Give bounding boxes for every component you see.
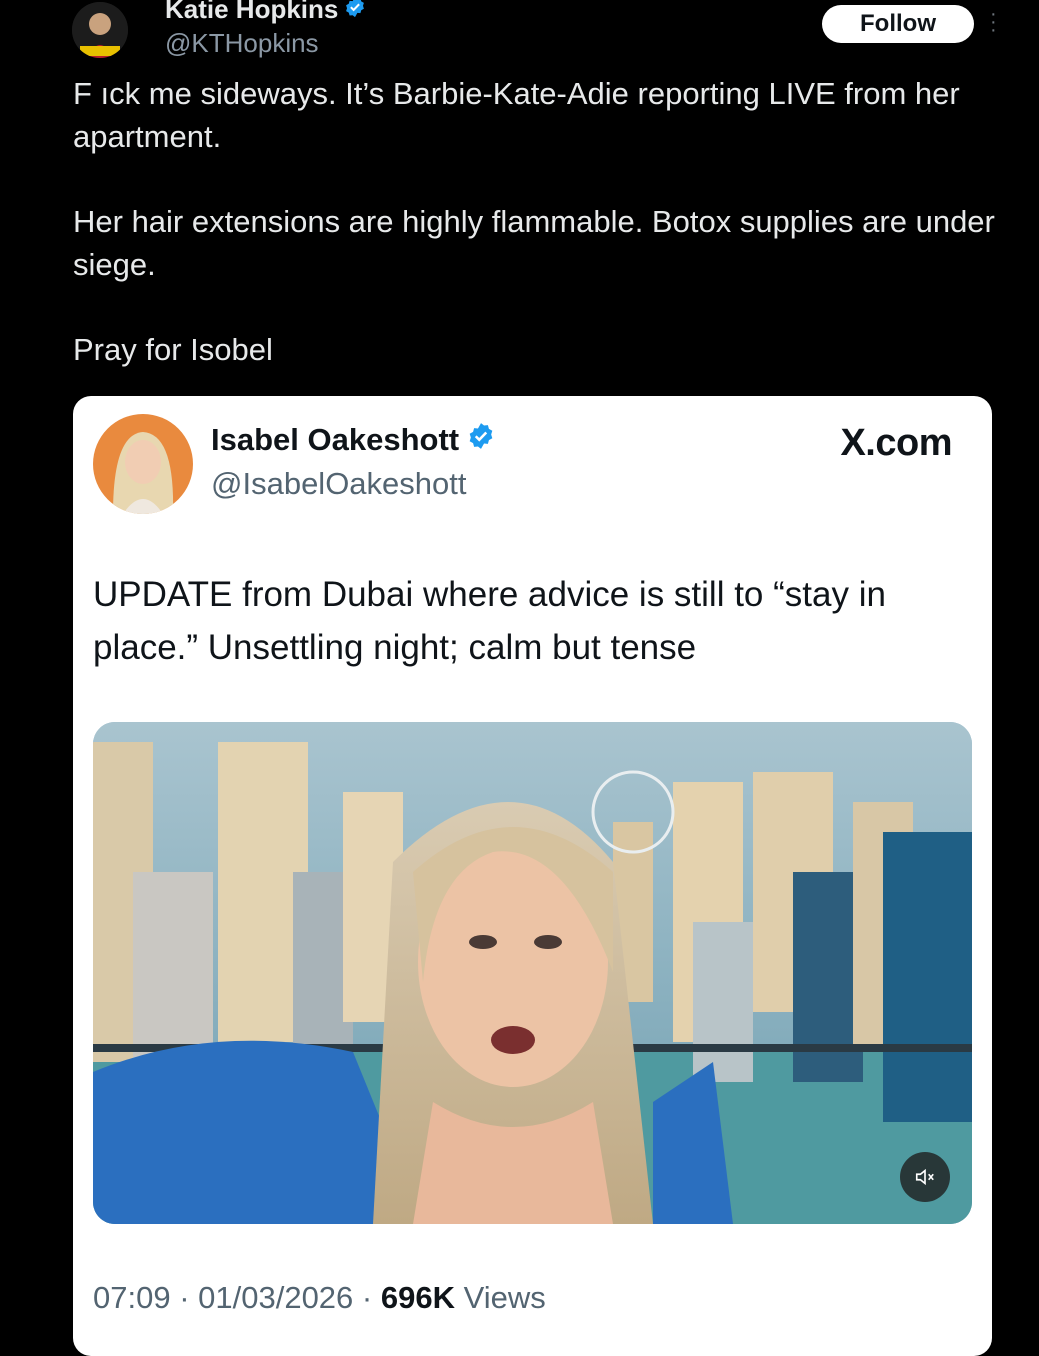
video-frame — [93, 722, 972, 1224]
tweet-text: F ıck me sideways. It’s Barbie-Kate-Adie… — [73, 72, 1003, 413]
quoted-tweet-card[interactable]: Isabel Oakeshott @IsabelOakeshott X.com … — [73, 396, 992, 1356]
views-count: 696K — [380, 1280, 455, 1315]
quoted-tweet-text: UPDATE from Dubai where advice is still … — [93, 575, 886, 667]
quoted-author-avatar[interactable] — [93, 414, 193, 514]
verified-badge-icon — [344, 0, 366, 25]
author-name-text[interactable]: Katie Hopkins — [165, 0, 338, 25]
quoted-author-name[interactable]: Isabel Oakeshott — [211, 422, 495, 458]
x-com-logo: X.com — [840, 422, 952, 464]
follow-button[interactable]: Follow — [822, 5, 974, 43]
video-player[interactable] — [93, 722, 972, 1224]
quoted-author-handle[interactable]: @IsabelOakeshott — [211, 466, 467, 502]
more-options-icon[interactable]: · · · — [990, 4, 997, 40]
meta-separator: · — [353, 1280, 381, 1315]
mute-icon[interactable] — [900, 1152, 950, 1202]
tweet-paragraph: F ıck me sideways. It’s Barbie-Kate-Adie… — [73, 76, 960, 154]
tweet-time[interactable]: 07:09 — [93, 1280, 171, 1315]
quoted-author-name-text[interactable]: Isabel Oakeshott — [211, 422, 459, 458]
verified-badge-icon — [467, 422, 495, 458]
views-label: Views — [463, 1280, 546, 1315]
tweet-meta: 07:09 · 01/03/2026 · 696K Views — [93, 1280, 546, 1316]
author-handle[interactable]: @KTHopkins — [165, 28, 319, 59]
author-name[interactable]: Katie Hopkins — [165, 0, 366, 25]
author-avatar[interactable] — [72, 2, 128, 58]
meta-separator: · — [170, 1280, 199, 1315]
tweet-paragraph: Her hair extensions are highly flammable… — [73, 204, 995, 282]
tweet-paragraph: Pray for Isobel — [73, 332, 273, 367]
tweet-date[interactable]: 01/03/2026 — [198, 1280, 353, 1315]
